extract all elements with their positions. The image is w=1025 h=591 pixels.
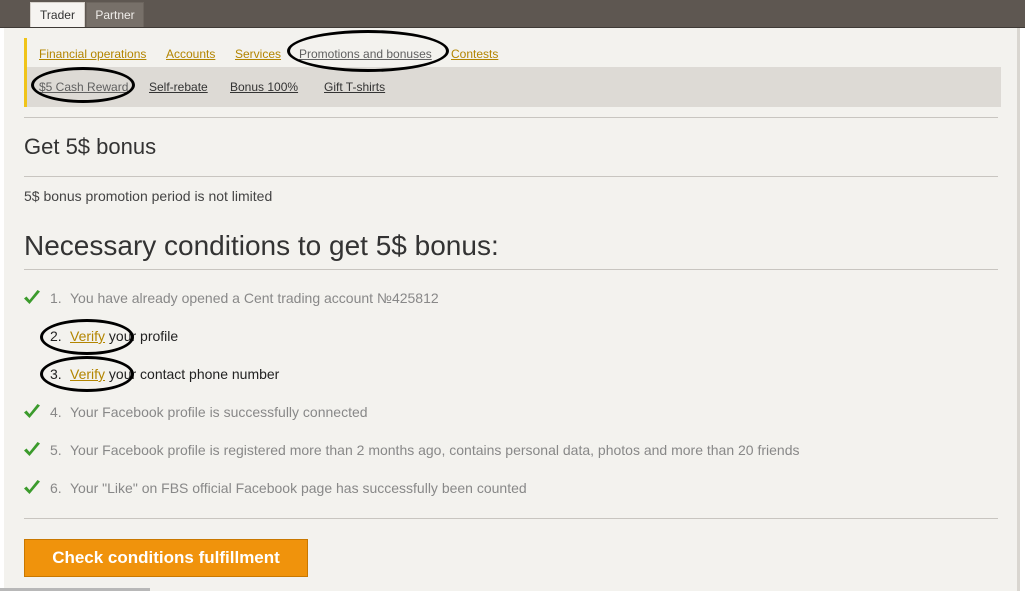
condition-text: Your Facebook profile is successfully co… [70,404,368,420]
nav-contests[interactable]: Contests [451,47,498,61]
divider [24,176,998,177]
verify-profile-link[interactable]: Verify [70,328,105,344]
top-bar: Trader Partner [0,0,1025,28]
condition-number: 6. [50,480,62,496]
condition-item: 5. Your Facebook profile is registered m… [4,440,1004,464]
condition-number: 2. [50,328,62,344]
nav-bonus-100[interactable]: Bonus 100% [230,80,298,94]
divider [24,518,998,519]
condition-number: 5. [50,442,62,458]
divider [24,117,998,118]
section-nav: Financial operations Accounts Services P… [24,38,1001,107]
check-conditions-button[interactable]: Check conditions fulfillment [24,539,308,577]
nav-promotions-and-bonuses[interactable]: Promotions and bonuses [299,47,432,61]
condition-item: 6. Your "Like" on FBS official Facebook … [4,478,1004,502]
condition-text: You have already opened a Cent trading a… [70,290,439,306]
check-icon [24,480,40,494]
nav-accounts[interactable]: Accounts [166,47,215,61]
promo-period-text: 5$ bonus promotion period is not limited [24,188,273,204]
condition-number: 3. [50,366,62,382]
condition-text: Your Facebook profile is registered more… [70,442,800,458]
nav-self-rebate[interactable]: Self-rebate [149,80,208,94]
condition-text: Verify your contact phone number [70,366,279,382]
condition-text: Your "Like" on FBS official Facebook pag… [70,480,527,496]
condition-text-rest: your profile [105,328,179,344]
verify-phone-link[interactable]: Verify [70,366,105,382]
page-title: Get 5$ bonus [24,134,157,159]
condition-item: 2. Verify your profile [4,326,1004,350]
nav-services[interactable]: Services [235,47,281,61]
check-icon [24,442,40,456]
main-content: Financial operations Accounts Services P… [4,28,1020,591]
nav-cash-reward[interactable]: $5 Cash Reward [39,80,128,94]
condition-item: 1. You have already opened a Cent tradin… [4,288,1004,312]
conditions-heading: Necessary conditions to get 5$ bonus: [24,230,499,261]
secondary-nav: $5 Cash Reward Self-rebate Bonus 100% Gi… [27,67,1001,107]
tab-partner[interactable]: Partner [86,2,144,27]
condition-item: 4. Your Facebook profile is successfully… [4,402,1004,426]
condition-text-rest: your contact phone number [105,366,280,382]
nav-financial-operations[interactable]: Financial operations [39,47,146,61]
tab-trader[interactable]: Trader [30,2,85,27]
primary-nav: Financial operations Accounts Services P… [27,38,1001,66]
condition-item: 3. Verify your contact phone number [4,364,1004,388]
nav-gift-tshirts[interactable]: Gift T-shirts [324,80,385,94]
condition-text: Verify your profile [70,328,178,344]
condition-number: 1. [50,290,62,306]
condition-number: 4. [50,404,62,420]
check-icon [24,404,40,418]
divider [24,269,998,270]
check-icon [24,290,40,304]
